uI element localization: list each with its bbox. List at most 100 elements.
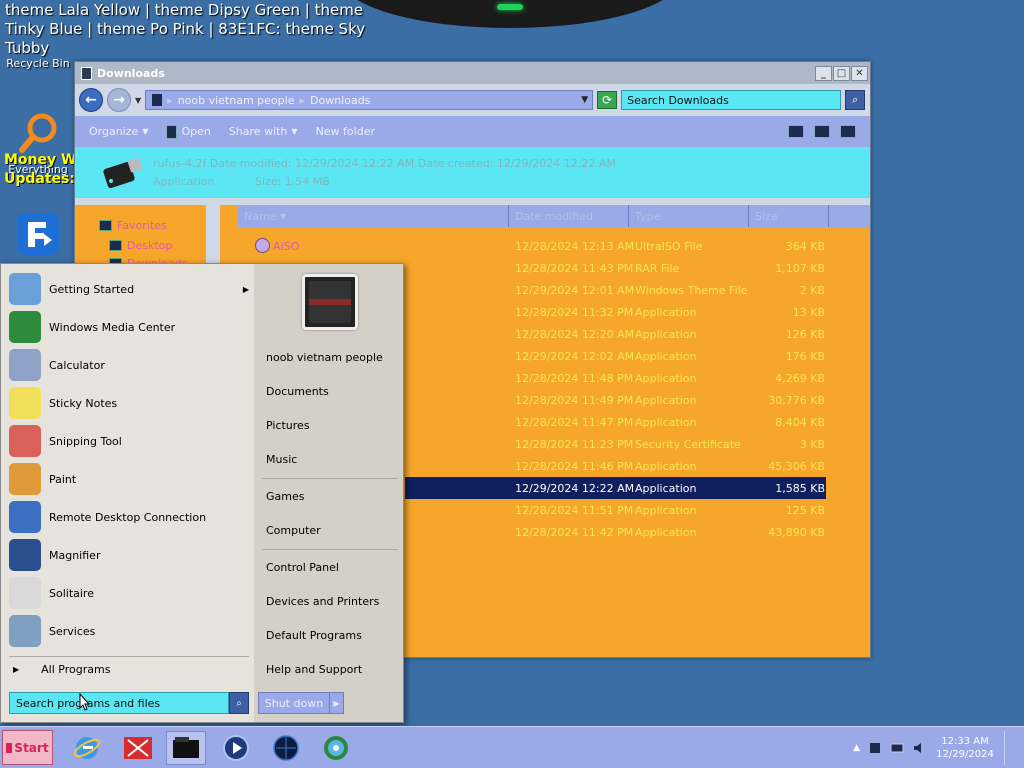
start-search-input[interactable]: Search programs and files <box>9 692 229 714</box>
start-program-item[interactable]: Windows Media Center <box>9 308 249 346</box>
new-folder-button[interactable]: New folder <box>316 125 375 138</box>
desktop-icon-recycle-bin[interactable]: Recycle Bin <box>3 43 73 70</box>
start-program-item[interactable]: Services <box>9 612 249 650</box>
change-view-icon[interactable] <box>788 125 804 138</box>
file-date: 12/29/2024 12:02 AM <box>515 349 635 363</box>
back-button[interactable]: ← <box>79 88 103 112</box>
taskbar-internet-explorer[interactable] <box>67 731 107 765</box>
system-clock[interactable]: 12:33 AM 12/29/2024 <box>934 735 996 761</box>
minimize-button[interactable]: _ <box>815 65 832 81</box>
start-link-music[interactable]: Music <box>266 453 297 466</box>
start-label: Start <box>14 740 49 755</box>
mouse-cursor-icon <box>79 693 91 711</box>
remote-desktop-icon <box>9 501 41 533</box>
file-type: Application <box>635 459 697 473</box>
file-size: 1,107 KB <box>775 261 825 275</box>
nav-desktop-label: Desktop <box>127 239 173 252</box>
file-size: 1,585 KB <box>775 481 825 495</box>
start-program-label: Magnifier <box>49 548 101 562</box>
chevron-right-icon[interactable]: ▶ <box>243 285 249 294</box>
start-program-label: Remote Desktop Connection <box>49 510 207 524</box>
start-link-user[interactable]: noob vietnam people <box>266 351 383 364</box>
file-type: Application <box>635 481 697 495</box>
app-arrow-icon <box>17 213 59 255</box>
volume-icon[interactable] <box>912 741 926 755</box>
show-hidden-icons-chevron[interactable]: ▲ <box>853 743 860 753</box>
address-field[interactable]: ▸ noob vietnam people ▸ Downloads ▼ <box>145 90 594 110</box>
taskbar-network-app[interactable] <box>316 731 356 765</box>
search-icon[interactable]: ⌕ <box>845 90 866 110</box>
start-link-devices[interactable]: Devices and Printers <box>266 595 379 608</box>
search-icon[interactable]: ⌕ <box>229 692 249 714</box>
breadcrumb-user[interactable]: noob vietnam people <box>178 94 295 107</box>
file-type: RAR File <box>635 261 680 275</box>
shutdown-button[interactable]: Shut down ▶ <box>258 692 344 714</box>
start-program-item[interactable]: Sticky Notes <box>9 384 249 422</box>
file-row[interactable]: AISO 12/28/2024 12:13 AM UltraISO File 364 … <box>238 235 864 257</box>
start-menu-divider <box>9 656 249 657</box>
taskbar-globe-app[interactable] <box>266 731 306 765</box>
open-label: Open <box>181 125 211 138</box>
start-link-computer[interactable]: Computer <box>266 524 321 537</box>
column-header-name[interactable]: Name ▼ <box>238 205 509 227</box>
start-link-documents[interactable]: Documents <box>266 385 329 398</box>
network-globe-icon <box>324 736 348 760</box>
start-link-help[interactable]: Help and Support <box>266 663 362 676</box>
share-label: Share with <box>228 125 288 138</box>
nav-favorites[interactable]: Favorites <box>99 219 167 232</box>
close-button[interactable]: ✕ <box>851 65 868 81</box>
start-link-default-programs[interactable]: Default Programs <box>266 629 362 642</box>
shutdown-label: Shut down <box>264 696 324 710</box>
column-header-date[interactable]: Date modified <box>509 205 629 227</box>
refresh-button[interactable]: ⟳ <box>597 91 618 109</box>
start-program-item[interactable]: Solitaire <box>9 574 249 612</box>
forward-button[interactable]: → <box>107 88 131 112</box>
start-link-pictures[interactable]: Pictures <box>266 419 310 432</box>
media-center-icon <box>9 311 41 343</box>
detail-created: Date created: 12/29/2024 12:22 AM <box>418 157 616 170</box>
file-type: Windows Theme File <box>635 283 748 297</box>
maximize-button[interactable]: □ <box>833 65 850 81</box>
start-program-item[interactable]: Paint <box>9 460 249 498</box>
open-button[interactable]: Open <box>166 124 211 139</box>
disc-image-icon <box>255 238 270 253</box>
start-program-item[interactable]: Magnifier <box>9 536 249 574</box>
show-desktop-button[interactable] <box>1004 731 1018 765</box>
preview-pane-icon[interactable] <box>814 125 830 138</box>
share-with-button[interactable]: Share with ▼ <box>229 125 298 138</box>
start-program-item[interactable]: Calculator <box>9 346 249 384</box>
all-programs-button[interactable]: ▶ All Programs <box>13 663 110 676</box>
start-program-item[interactable]: Snipping Tool <box>9 422 249 460</box>
nav-desktop[interactable]: Desktop <box>109 239 172 252</box>
file-date: 12/28/2024 11:49 PM <box>515 393 634 407</box>
shutdown-options-arrow[interactable]: ▶ <box>329 693 343 713</box>
taskbar-media-player[interactable] <box>216 731 256 765</box>
file-type: Application <box>635 305 697 319</box>
start-program-item[interactable]: Remote Desktop Connection <box>9 498 249 536</box>
start-program-item[interactable]: Getting Started ▶ <box>9 270 249 308</box>
organize-button[interactable]: Organize ▼ <box>89 125 148 138</box>
explorer-titlebar[interactable]: Downloads _ □ ✕ <box>75 62 870 84</box>
recent-pages-dropdown[interactable]: ▼ <box>135 96 141 105</box>
column-header-size[interactable]: Size <box>749 205 829 227</box>
network-icon[interactable] <box>890 741 904 755</box>
file-size: 126 KB <box>785 327 825 341</box>
desktop-icon-app[interactable] <box>3 210 73 263</box>
user-avatar[interactable] <box>302 274 358 330</box>
breadcrumb-downloads[interactable]: Downloads <box>310 94 370 107</box>
file-size: 30,776 KB <box>768 393 825 407</box>
start-link-control-panel[interactable]: Control Panel <box>266 561 339 574</box>
action-center-flag-icon[interactable] <box>868 741 882 755</box>
help-icon[interactable] <box>840 125 856 138</box>
file-date: 12/28/2024 11:51 PM <box>515 503 634 517</box>
column-header-type[interactable]: Type <box>629 205 749 227</box>
chevron-down-icon[interactable]: ▼ <box>581 95 588 105</box>
address-bar-row: ← → ▼ ▸ noob vietnam people ▸ Downloads … <box>75 84 870 116</box>
search-input[interactable]: Search Downloads <box>621 90 842 110</box>
start-button[interactable]: Start <box>2 730 53 765</box>
taskbar-explorer-active[interactable] <box>166 731 206 765</box>
file-size: 176 KB <box>785 349 825 363</box>
file-type: Application <box>635 371 697 385</box>
start-link-games[interactable]: Games <box>266 490 304 503</box>
taskbar-app-red[interactable] <box>118 731 158 765</box>
